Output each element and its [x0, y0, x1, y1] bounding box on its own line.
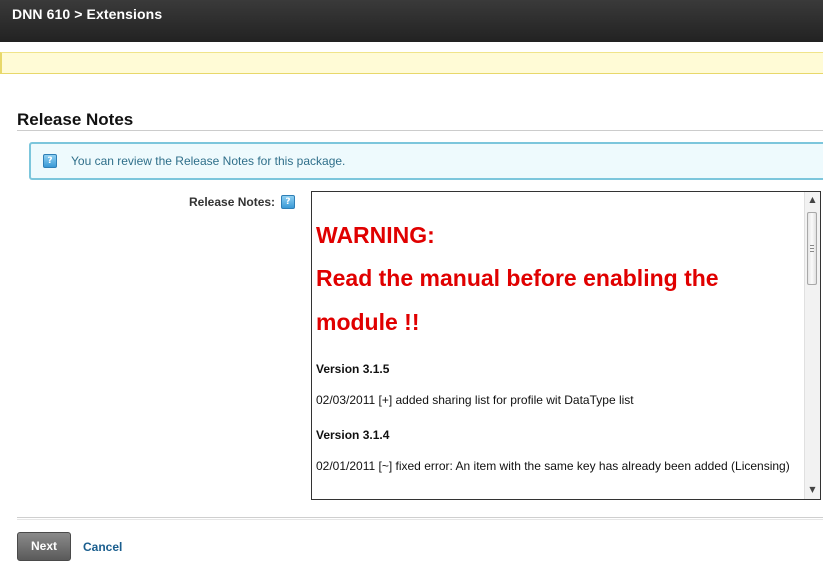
grip-line — [810, 248, 814, 249]
version-heading: Version 3.1.5 — [316, 362, 390, 376]
warning-line: module !! — [316, 309, 420, 335]
window-title: DNN 610 > Extensions — [12, 6, 163, 22]
warning-line: Read the manual before enabling the — [316, 265, 719, 291]
grip-line — [810, 245, 814, 246]
scroll-thumb[interactable] — [807, 212, 817, 285]
scroll-down-arrow-icon[interactable]: ▼ — [805, 482, 820, 498]
scroll-up-arrow-icon[interactable]: ▲ — [805, 192, 820, 208]
next-button[interactable]: Next — [17, 532, 71, 561]
vertical-scrollbar[interactable]: ▲ ▼ — [804, 192, 820, 499]
info-message-text: You can review the Release Notes for thi… — [71, 154, 346, 168]
title-divider — [17, 130, 823, 131]
release-note-entry: 02/03/2011 [+] added sharing list for pr… — [316, 393, 634, 407]
notification-bar — [0, 52, 823, 74]
grip-line — [810, 251, 814, 252]
info-message: ? You can review the Release Notes for t… — [29, 142, 823, 180]
release-notes-label: Release Notes: — [189, 195, 276, 209]
title-bar: DNN 610 > Extensions — [0, 0, 823, 42]
release-note-entry: 02/01/2011 [~] fixed error: An item with… — [316, 459, 790, 473]
actions-divider — [17, 517, 823, 520]
help-icon[interactable]: ? — [281, 195, 295, 209]
cancel-link[interactable]: Cancel — [83, 540, 122, 554]
help-icon: ? — [43, 154, 57, 168]
page-title: Release Notes — [17, 110, 134, 129]
version-heading: Version 3.1.4 — [316, 428, 390, 442]
release-notes-viewer[interactable]: WARNING: Read the manual before enabling… — [311, 191, 821, 500]
warning-heading: WARNING: — [316, 222, 435, 248]
